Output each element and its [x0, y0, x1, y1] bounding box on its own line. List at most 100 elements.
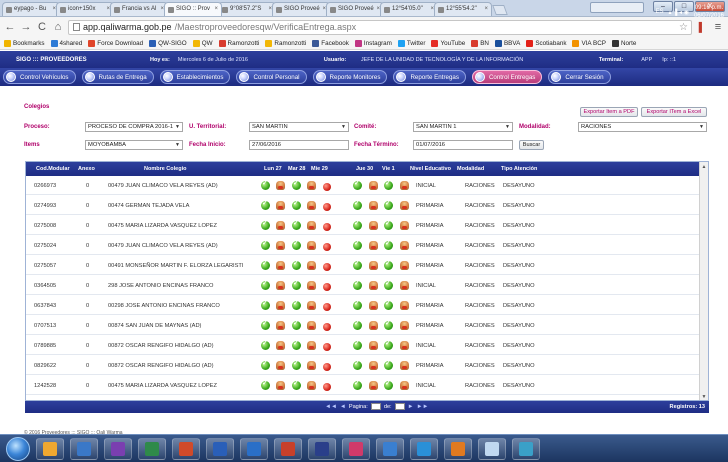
person-status-icon[interactable] — [307, 341, 316, 350]
red-status-icon[interactable] — [323, 303, 331, 311]
check-status-icon[interactable] — [384, 379, 393, 390]
person-status-icon[interactable] — [369, 321, 378, 330]
bookmark-item[interactable]: VIA BCP — [572, 39, 606, 47]
check-status-icon[interactable] — [292, 379, 301, 390]
check-status-icon[interactable] — [384, 219, 393, 230]
person-status-icon[interactable] — [276, 261, 285, 270]
person-status-icon[interactable] — [276, 181, 285, 190]
table-row[interactable]: 0275057 0 00491 MONSEÑOR MARTIN F. ELORZA … — [26, 257, 700, 275]
back-icon[interactable]: ← — [4, 21, 16, 33]
check-status-icon[interactable] — [261, 239, 270, 250]
taskbar-app[interactable] — [240, 437, 268, 460]
person-status-icon[interactable] — [400, 241, 409, 250]
column-header[interactable]: Cod.Modular — [36, 166, 70, 172]
check-status-icon[interactable] — [261, 359, 270, 370]
check-status-icon[interactable] — [261, 339, 270, 350]
fecha-inicio-input[interactable]: 27/06/2016 — [249, 140, 349, 150]
bookmark-item[interactable]: Facebook — [312, 39, 349, 47]
person-status-icon[interactable] — [400, 361, 409, 370]
person-status-icon[interactable] — [369, 261, 378, 270]
clock[interactable]: 09:16 p.m. 06/07/2016 — [694, 4, 724, 20]
person-status-icon[interactable] — [369, 361, 378, 370]
red-status-icon[interactable] — [323, 203, 331, 211]
person-status-icon[interactable] — [400, 261, 409, 270]
browser-tab[interactable]: 12°54'05.0" × — [380, 2, 438, 16]
check-status-icon[interactable] — [292, 179, 301, 190]
reload-icon[interactable]: C — [36, 21, 48, 33]
person-status-icon[interactable] — [369, 181, 378, 190]
check-status-icon[interactable] — [292, 259, 301, 270]
person-status-icon[interactable] — [276, 241, 285, 250]
person-status-icon[interactable] — [276, 301, 285, 310]
table-row[interactable]: 0789885 0 00872 OSCAR RENGIFO HIDALGO (AD)… — [26, 337, 700, 355]
table-row[interactable]: 0275024 0 00479 JUAN CLIMACO VELA REYES (A… — [26, 237, 700, 255]
person-status-icon[interactable] — [276, 361, 285, 370]
person-status-icon[interactable] — [276, 381, 285, 390]
browser-tab[interactable]: eypago - Bu × — [2, 2, 60, 16]
person-status-icon[interactable] — [307, 201, 316, 210]
person-status-icon[interactable] — [369, 241, 378, 250]
person-status-icon[interactable] — [400, 381, 409, 390]
new-tab-button[interactable] — [492, 5, 508, 15]
check-status-icon[interactable] — [353, 279, 362, 290]
star-icon[interactable]: ☆ — [679, 21, 688, 34]
check-status-icon[interactable] — [384, 239, 393, 250]
nav-item[interactable]: Establecimientos — [159, 70, 231, 84]
territorial-select[interactable]: SAN MARTIN ▼ — [249, 122, 349, 132]
check-status-icon[interactable] — [384, 299, 393, 310]
check-status-icon[interactable] — [353, 319, 362, 330]
home-icon[interactable]: ⌂ — [52, 21, 64, 33]
check-status-icon[interactable] — [292, 239, 301, 250]
close-tab-icon[interactable]: × — [484, 3, 488, 16]
bookmark-item[interactable]: BBVA — [494, 39, 520, 47]
taskbar-app[interactable] — [478, 437, 506, 460]
bookmark-item[interactable]: Ramonzotti — [218, 39, 259, 47]
bookmark-item[interactable]: QW-SIGO — [149, 39, 187, 47]
bookmark-item[interactable]: BN — [471, 39, 489, 47]
check-status-icon[interactable] — [353, 259, 362, 270]
person-status-icon[interactable] — [276, 221, 285, 230]
bookmark-item[interactable]: Scotiabank — [526, 39, 566, 47]
export-excel-button[interactable]: Exportar ITem a Excel — [641, 107, 707, 117]
taskbar-app[interactable] — [206, 437, 234, 460]
page-input[interactable] — [370, 403, 381, 410]
check-status-icon[interactable] — [292, 199, 301, 210]
person-status-icon[interactable] — [276, 341, 285, 350]
nav-item[interactable]: Rutas de Entrega — [81, 70, 154, 84]
table-row[interactable]: 0275008 0 00475 MARIA LIZARDA VASQUEZ LOPE… — [26, 217, 700, 235]
table-row[interactable]: 0266973 0 00479 JUAN CLIMACO VELA REYES (A… — [26, 177, 700, 195]
bookmark-item[interactable]: Bookmarks — [4, 39, 45, 47]
person-status-icon[interactable] — [400, 281, 409, 290]
modalidad-select[interactable]: RACIONES ▼ — [578, 122, 707, 132]
person-status-icon[interactable] — [276, 321, 285, 330]
check-status-icon[interactable] — [353, 339, 362, 350]
table-row[interactable]: 1242528 0 00475 MARIA LIZARDA VASQUEZ LOPE… — [26, 377, 700, 395]
person-status-icon[interactable] — [307, 361, 316, 370]
browser-tab[interactable]: Francia vs Al × — [110, 2, 168, 16]
check-status-icon[interactable] — [292, 219, 301, 230]
red-status-icon[interactable] — [323, 343, 331, 351]
taskbar-app[interactable] — [138, 437, 166, 460]
start-button[interactable] — [6, 436, 30, 461]
person-status-icon[interactable] — [307, 321, 316, 330]
person-status-icon[interactable] — [307, 261, 316, 270]
check-status-icon[interactable] — [353, 239, 362, 250]
prev-page-icon[interactable]: ◄ — [340, 404, 346, 410]
person-status-icon[interactable] — [307, 381, 316, 390]
check-status-icon[interactable] — [353, 219, 362, 230]
taskbar-app[interactable] — [512, 437, 540, 460]
person-status-icon[interactable] — [400, 321, 409, 330]
taskbar-app[interactable] — [104, 437, 132, 460]
check-status-icon[interactable] — [292, 339, 301, 350]
taskbar-app[interactable] — [444, 437, 472, 460]
check-status-icon[interactable] — [384, 199, 393, 210]
taskbar-app[interactable] — [172, 437, 200, 460]
column-header[interactable]: Mie 29 — [311, 166, 328, 172]
red-status-icon[interactable] — [323, 243, 331, 251]
red-status-icon[interactable] — [323, 183, 331, 191]
person-status-icon[interactable] — [400, 221, 409, 230]
person-status-icon[interactable] — [369, 381, 378, 390]
check-status-icon[interactable] — [384, 339, 393, 350]
person-status-icon[interactable] — [369, 341, 378, 350]
check-status-icon[interactable] — [353, 199, 362, 210]
